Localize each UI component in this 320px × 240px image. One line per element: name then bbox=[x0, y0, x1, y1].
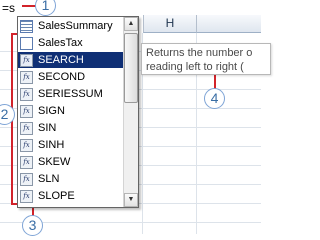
list-item-search[interactable]: fx SEARCH bbox=[18, 52, 124, 69]
callout-3-badge: 3 bbox=[22, 215, 43, 236]
name-icon bbox=[20, 36, 33, 50]
callout-4-badge: 4 bbox=[204, 88, 225, 109]
cell-entry-text[interactable]: =s bbox=[2, 2, 15, 14]
callout-4-line bbox=[214, 75, 216, 89]
table-icon bbox=[20, 19, 33, 33]
list-item-label: SECOND bbox=[38, 70, 86, 83]
callout-1-line bbox=[22, 5, 36, 7]
column-header-h[interactable]: H bbox=[143, 15, 196, 33]
list-item-label: SIN bbox=[38, 121, 57, 134]
function-icon: fx bbox=[20, 155, 33, 169]
scroll-up-arrow-icon[interactable]: ▲ bbox=[124, 17, 138, 31]
list-item-label: SLOPE bbox=[38, 189, 75, 202]
list-item-slope[interactable]: fx SLOPE bbox=[18, 188, 124, 204]
function-icon: fx bbox=[20, 87, 33, 101]
list-item-salessummary[interactable]: SalesSummary bbox=[18, 18, 124, 34]
screentip-line-1: Returns the number o bbox=[146, 47, 253, 59]
list-item-salestax[interactable]: SalesTax bbox=[18, 35, 124, 51]
list-item-label: SKEW bbox=[38, 155, 71, 168]
list-item-sinh[interactable]: fx SINH bbox=[18, 137, 124, 153]
list-item-label: SINH bbox=[38, 138, 65, 151]
column-header-i[interactable] bbox=[196, 15, 261, 33]
list-item-label: SEARCH bbox=[38, 53, 84, 66]
function-screentip: Returns the number o reading left to rig… bbox=[141, 43, 271, 75]
list-item-sign[interactable]: fx SIGN bbox=[18, 103, 124, 119]
function-icon: fx bbox=[20, 53, 33, 67]
scroll-down-arrow-icon[interactable]: ▼ bbox=[124, 193, 138, 207]
list-item-label: SalesSummary bbox=[38, 19, 113, 32]
function-icon: fx bbox=[20, 138, 33, 152]
list-item-skew[interactable]: fx SKEW bbox=[18, 154, 124, 170]
list-item-label: SERIESSUM bbox=[38, 87, 103, 100]
function-autocomplete-list[interactable]: SalesSummary SalesTax fx SEARCH fx SECON… bbox=[17, 16, 139, 208]
list-item-label: SIGN bbox=[38, 104, 65, 117]
list-item-sin[interactable]: fx SIN bbox=[18, 120, 124, 136]
list-item-label: SalesTax bbox=[38, 36, 83, 49]
function-icon: fx bbox=[20, 189, 33, 203]
list-item-second[interactable]: fx SECOND bbox=[18, 69, 124, 85]
list-item-sln[interactable]: fx SLN bbox=[18, 171, 124, 187]
function-icon: fx bbox=[20, 70, 33, 84]
scrollbar-thumb[interactable] bbox=[124, 33, 138, 103]
function-icon: fx bbox=[20, 121, 33, 135]
screentip-line-2: reading left to right ( bbox=[146, 61, 244, 73]
list-item-label: SLN bbox=[38, 172, 60, 185]
list-item-seriessum[interactable]: fx SERIESSUM bbox=[18, 86, 124, 102]
function-icon: fx bbox=[20, 172, 33, 186]
function-icon: fx bbox=[20, 104, 33, 118]
list-scrollbar[interactable]: ▲ ▼ bbox=[123, 17, 138, 207]
